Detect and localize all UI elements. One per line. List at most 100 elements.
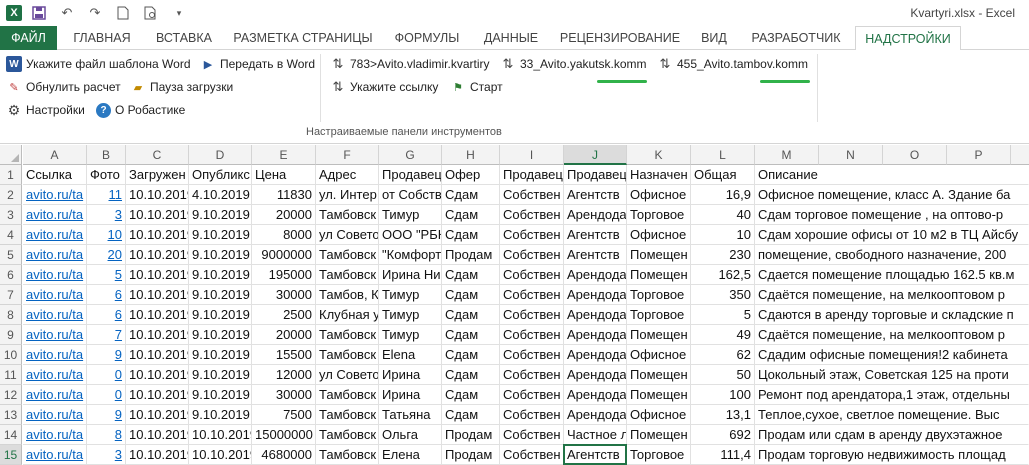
- row-header[interactable]: 13: [0, 405, 22, 425]
- new-document-icon[interactable]: [112, 3, 134, 23]
- table-cell[interactable]: Тамбовск: [316, 205, 379, 225]
- table-cell[interactable]: Сдам: [442, 265, 500, 285]
- table-cell[interactable]: 9.10.2019: [189, 265, 252, 285]
- table-cell[interactable]: Тамбовск: [316, 405, 379, 425]
- table-cell[interactable]: 10.10.2019: [126, 365, 189, 385]
- spreadsheet-grid[interactable]: ABCDEFGHIJKLMNOPQ 1СсылкаФотоЗагруженОпуб…: [0, 145, 1029, 465]
- table-cell[interactable]: 30000: [252, 285, 316, 305]
- table-cell[interactable]: Тамбовск: [316, 385, 379, 405]
- table-cell[interactable]: Фото: [87, 165, 126, 185]
- table-cell[interactable]: avito.ru/ta: [23, 245, 87, 265]
- tab-add-ins[interactable]: НАДСТРОЙКИ: [855, 26, 961, 51]
- table-cell[interactable]: Собствен: [500, 425, 564, 445]
- source-button-tambov[interactable]: ⇅ 455_Avito.tambov.komm: [657, 53, 808, 75]
- table-cell[interactable]: Частное л: [564, 425, 627, 445]
- column-header[interactable]: N: [819, 145, 883, 165]
- table-cell[interactable]: Собствен: [500, 225, 564, 245]
- table-cell[interactable]: Продам или сдам в аренду двухэтажное: [755, 425, 1029, 445]
- table-cell[interactable]: ул Совето: [316, 365, 379, 385]
- table-cell[interactable]: Ирина Ни: [379, 265, 442, 285]
- table-cell[interactable]: Торговое: [627, 305, 691, 325]
- table-cell[interactable]: Ссылка: [23, 165, 87, 185]
- table-cell[interactable]: 3: [87, 205, 126, 225]
- table-cell[interactable]: Тамбовск: [316, 325, 379, 345]
- table-cell[interactable]: Собствен: [500, 345, 564, 365]
- row-header[interactable]: 11: [0, 365, 22, 385]
- table-cell[interactable]: 10.10.2019: [189, 425, 252, 445]
- table-cell[interactable]: avito.ru/ta: [23, 425, 87, 445]
- table-cell[interactable]: Цена: [252, 165, 316, 185]
- table-cell[interactable]: Сдам: [442, 365, 500, 385]
- column-header[interactable]: L: [691, 145, 755, 165]
- table-cell[interactable]: Ремонт под арендатора,1 этаж, отдельны: [755, 385, 1029, 405]
- table-cell[interactable]: Сдам хорошие офисы от 10 м2 в ТЦ Айсбу: [755, 225, 1029, 245]
- row-header[interactable]: 8: [0, 305, 22, 325]
- table-cell[interactable]: Тимур: [379, 285, 442, 305]
- table-cell[interactable]: 3: [87, 445, 126, 465]
- row-header[interactable]: 12: [0, 385, 22, 405]
- table-cell[interactable]: 15000000: [252, 425, 316, 445]
- table-cell[interactable]: Арендода: [564, 205, 627, 225]
- reset-calc-button[interactable]: ✎ Обнулить расчет: [6, 76, 120, 98]
- word-template-button[interactable]: W Укажите файл шаблона Word: [6, 53, 191, 75]
- table-cell[interactable]: 50: [691, 365, 755, 385]
- table-cell[interactable]: Сдам: [442, 205, 500, 225]
- table-cell[interactable]: 0: [87, 385, 126, 405]
- table-cell[interactable]: 9.10.2019: [189, 405, 252, 425]
- table-cell[interactable]: 2500: [252, 305, 316, 325]
- table-cell[interactable]: Татьяна: [379, 405, 442, 425]
- table-cell[interactable]: Офер: [442, 165, 500, 185]
- table-cell[interactable]: 10.10.2019: [189, 445, 252, 465]
- table-cell[interactable]: avito.ru/ta: [23, 345, 87, 365]
- table-cell[interactable]: Собствен: [500, 265, 564, 285]
- table-cell[interactable]: Арендода: [564, 385, 627, 405]
- table-cell[interactable]: Тамбовск: [316, 245, 379, 265]
- table-cell[interactable]: ул Совето: [316, 225, 379, 245]
- table-cell[interactable]: "Комфорт: [379, 245, 442, 265]
- table-cell[interactable]: 49: [691, 325, 755, 345]
- table-cell[interactable]: 10: [87, 225, 126, 245]
- table-cell[interactable]: 9.10.2019: [189, 285, 252, 305]
- table-cell[interactable]: 4.10.2019: [189, 185, 252, 205]
- column-header[interactable]: I: [500, 145, 564, 165]
- table-cell[interactable]: Тамбовск: [316, 265, 379, 285]
- table-cell[interactable]: Сдам торговое помещение , на оптово-р: [755, 205, 1029, 225]
- table-cell[interactable]: 8000: [252, 225, 316, 245]
- table-cell[interactable]: 692: [691, 425, 755, 445]
- table-cell[interactable]: avito.ru/ta: [23, 285, 87, 305]
- table-cell[interactable]: 20000: [252, 205, 316, 225]
- column-header[interactable]: G: [379, 145, 442, 165]
- table-cell[interactable]: 162,5: [691, 265, 755, 285]
- table-cell[interactable]: 10.10.2019: [126, 185, 189, 205]
- table-cell[interactable]: Собствен: [500, 385, 564, 405]
- table-cell[interactable]: avito.ru/ta: [23, 325, 87, 345]
- table-cell[interactable]: avito.ru/ta: [23, 385, 87, 405]
- table-cell[interactable]: 40: [691, 205, 755, 225]
- undo-icon[interactable]: ↶: [56, 3, 78, 23]
- row-header[interactable]: 3: [0, 205, 22, 225]
- table-cell[interactable]: Тимур: [379, 305, 442, 325]
- table-cell[interactable]: Арендода: [564, 365, 627, 385]
- table-cell[interactable]: avito.ru/ta: [23, 225, 87, 245]
- table-cell[interactable]: Сдается помещение площадью 162.5 кв.м: [755, 265, 1029, 285]
- table-cell[interactable]: Собствен: [500, 285, 564, 305]
- table-cell[interactable]: Арендода: [564, 325, 627, 345]
- table-cell[interactable]: avito.ru/ta: [23, 185, 87, 205]
- table-cell[interactable]: Собствен: [500, 185, 564, 205]
- table-cell[interactable]: Сдадим офисные помещения!2 кабинета: [755, 345, 1029, 365]
- table-cell[interactable]: Помещен: [627, 365, 691, 385]
- table-cell[interactable]: Агентств: [564, 245, 627, 265]
- table-cell[interactable]: 5: [691, 305, 755, 325]
- table-cell[interactable]: 10.10.2019: [126, 405, 189, 425]
- table-cell[interactable]: avito.ru/ta: [23, 205, 87, 225]
- send-to-word-button[interactable]: ▶ Передать в Word: [200, 53, 315, 75]
- row-header[interactable]: 4: [0, 225, 22, 245]
- source-button-vladimir[interactable]: ⇅ 783>Avito.vladimir.kvartiry: [330, 53, 490, 75]
- table-cell[interactable]: Сдам: [442, 305, 500, 325]
- table-cell[interactable]: Продам: [442, 445, 500, 465]
- table-cell[interactable]: 9.10.2019: [189, 325, 252, 345]
- table-cell[interactable]: Сдам: [442, 345, 500, 365]
- table-cell[interactable]: Продам: [442, 245, 500, 265]
- row-header[interactable]: 7: [0, 285, 22, 305]
- start-button[interactable]: ⚑ Старт: [450, 76, 503, 98]
